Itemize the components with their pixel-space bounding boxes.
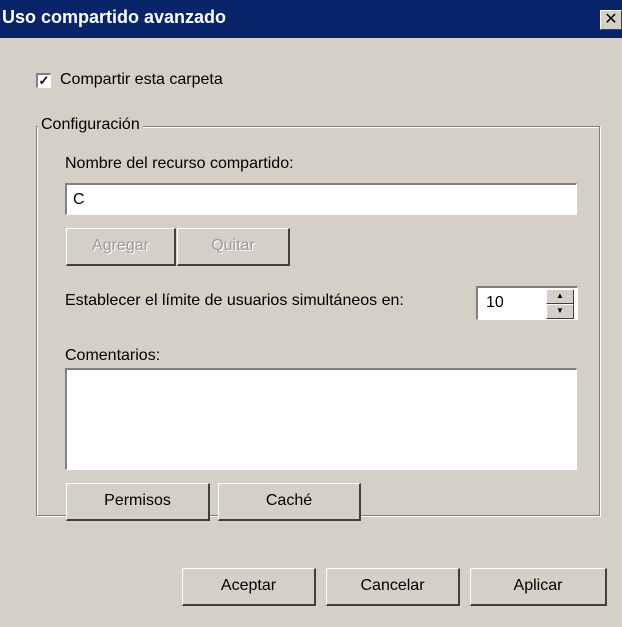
- user-limit-spinner[interactable]: 10 ▲ ▼: [476, 286, 578, 320]
- close-icon: ✕: [604, 11, 618, 28]
- window-title: Uso compartido avanzado: [2, 7, 227, 27]
- ok-button[interactable]: Aceptar: [182, 568, 316, 606]
- close-button[interactable]: ✕: [600, 10, 622, 30]
- share-folder-checkbox[interactable]: ✓: [36, 73, 51, 88]
- share-name-input[interactable]: [65, 183, 577, 215]
- share-folder-label: Compartir esta carpeta: [60, 71, 223, 88]
- title-bar: Uso compartido avanzado ✕: [0, 0, 622, 38]
- arrow-down-icon: ▼: [556, 306, 564, 315]
- comments-label: Comentarios:: [65, 347, 161, 364]
- permissions-button[interactable]: Permisos: [66, 483, 210, 521]
- arrow-up-icon: ▲: [556, 291, 564, 300]
- apply-button[interactable]: Aplicar: [470, 568, 607, 606]
- share-name-label: Nombre del recurso compartido:: [65, 155, 294, 172]
- cancel-button[interactable]: Cancelar: [326, 568, 460, 606]
- settings-group-legend: Configuración: [38, 116, 143, 134]
- cache-button[interactable]: Caché: [218, 483, 361, 521]
- user-limit-label: Establecer el límite de usuarios simultá…: [65, 292, 404, 309]
- remove-button[interactable]: Quitar: [177, 228, 290, 266]
- spin-down-button[interactable]: ▼: [546, 304, 574, 319]
- checkmark-icon: ✓: [38, 73, 50, 88]
- comments-textarea[interactable]: [65, 368, 577, 470]
- user-limit-value[interactable]: 10: [486, 294, 504, 312]
- spin-up-button[interactable]: ▲: [546, 289, 574, 304]
- add-button[interactable]: Agregar: [66, 228, 176, 266]
